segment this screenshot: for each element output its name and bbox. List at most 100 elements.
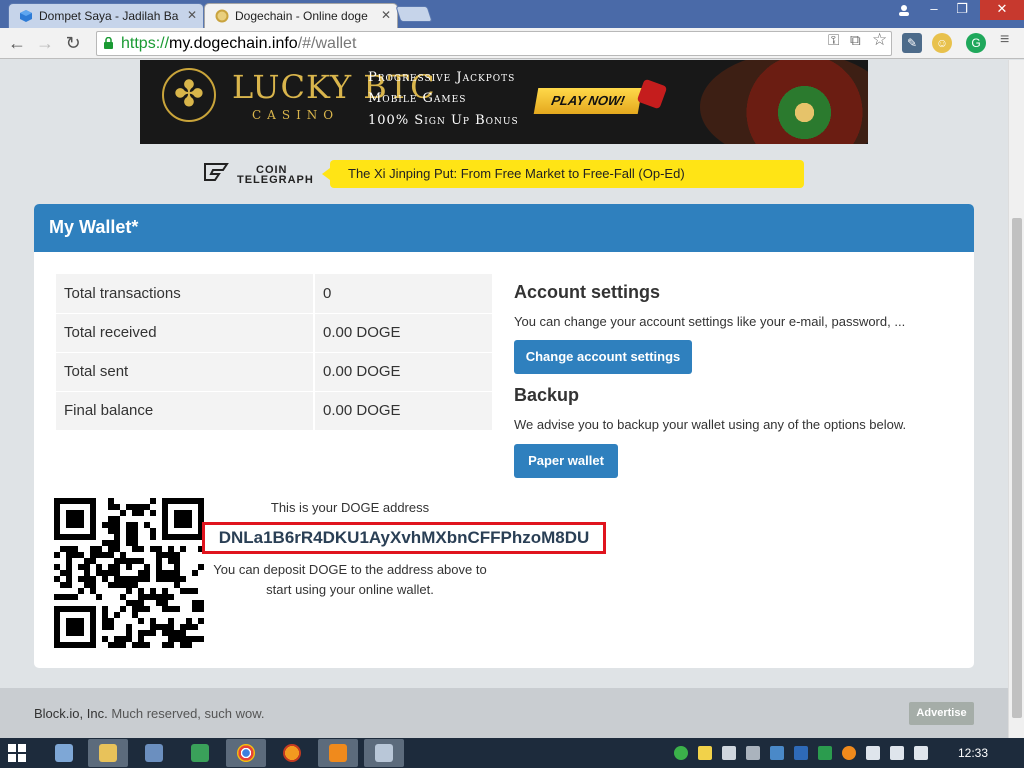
cube-favicon-icon [20, 10, 32, 22]
taskbar-app-paint[interactable] [364, 739, 404, 767]
change-account-settings-button[interactable]: Change account settings [514, 340, 692, 374]
tab-dogechain[interactable]: Dogechain - Online doge ✕ [204, 3, 398, 28]
lock-icon [104, 37, 113, 49]
reload-button[interactable]: ↻ [62, 32, 84, 54]
roulette-wheel-image [700, 60, 868, 144]
tools-icon [145, 744, 163, 762]
news-headline-link[interactable]: The Xi Jinping Put: From Free Market to … [322, 160, 804, 188]
taskbar-app-vlc[interactable] [318, 739, 358, 767]
browser-toolbar: ← → ↻ https://my.dogechain.info/#/wallet… [0, 28, 1024, 59]
page-scrollbar[interactable] [1008, 60, 1024, 738]
taskbar-app-file-explorer[interactable] [88, 739, 128, 767]
new-tab-button[interactable] [395, 6, 433, 22]
tray-teamviewer-icon[interactable] [794, 746, 808, 760]
network-app-icon [191, 744, 209, 762]
paper-wallet-button[interactable]: Paper wallet [514, 444, 618, 478]
advertise-button[interactable]: Advertise [909, 702, 974, 725]
tab-title: Dompet Saya - Jadilah Ba [39, 9, 179, 23]
footer-company: Block.io, Inc. [34, 706, 108, 721]
qr-code-image [54, 498, 204, 648]
wallet-title: My Wallet* [34, 204, 974, 252]
page-footer: Block.io, Inc. Much reserved, such wow. … [0, 688, 1008, 738]
taskbar-clock[interactable]: 12:33 [958, 746, 988, 760]
account-settings-text: You can change your account settings lik… [514, 314, 906, 329]
eyedropper-icon[interactable]: ✎ [902, 33, 922, 53]
table-row: Total transactions 0 [56, 274, 492, 314]
tray-volume-icon[interactable] [866, 746, 880, 760]
back-button[interactable]: ← [6, 32, 28, 54]
tray-status-icon[interactable] [674, 746, 688, 760]
key-icon[interactable]: ⚿ [828, 32, 839, 49]
stat-value: 0.00 DOGE [314, 313, 492, 353]
table-row: Final balance 0.00 DOGE [56, 391, 492, 431]
doge-favicon-icon [215, 9, 229, 23]
banner-subbrand: CASINO [252, 108, 340, 122]
wallet-panel: My Wallet* Total transactions 0 Total re… [34, 204, 974, 668]
bookmark-star-icon[interactable]: ☆ [872, 30, 887, 50]
address-bar[interactable]: https://my.dogechain.info/#/wallet [96, 31, 892, 56]
restore-button[interactable]: ❐ [948, 0, 976, 20]
forward-button[interactable]: → [34, 32, 56, 54]
cointelegraph-logo-icon [204, 163, 229, 181]
minimize-button[interactable]: – [920, 0, 948, 20]
tray-wifi-icon[interactable] [914, 746, 928, 760]
dice-icon [636, 78, 668, 110]
taskbar-app-explorer-shell[interactable] [44, 739, 84, 767]
tab-close-icon[interactable]: ✕ [187, 8, 197, 22]
url-host: my.dogechain.info [169, 35, 298, 52]
banner-line: 100% Sign Up Bonus [368, 113, 519, 128]
stat-label: Total received [56, 313, 315, 353]
footer-text: Block.io, Inc. Much reserved, such wow. [34, 706, 265, 721]
grammarly-icon[interactable]: G [966, 33, 986, 53]
deposit-line: You can deposit DOGE to the address abov… [213, 562, 487, 577]
url-path: /#/wallet [297, 35, 357, 52]
stat-label: Total transactions [56, 274, 315, 314]
tray-display-icon[interactable] [746, 746, 760, 760]
tab-dompet-saya[interactable]: Dompet Saya - Jadilah Ba ✕ [8, 3, 204, 28]
extension-face-icon[interactable]: ☺ [932, 33, 952, 53]
stat-value: 0.00 DOGE [314, 352, 492, 392]
tray-flag-icon[interactable] [698, 746, 712, 760]
clover-logo-icon [162, 68, 216, 122]
play-now-button[interactable]: PLAY NOW! [533, 88, 643, 114]
tray-orange-icon[interactable] [842, 746, 856, 760]
profile-icon[interactable] [890, 0, 918, 20]
tab-close-icon[interactable]: ✕ [381, 8, 391, 22]
taskbar-app-chrome[interactable] [226, 739, 266, 767]
backup-text: We advise you to backup your wallet usin… [514, 417, 907, 432]
stat-value: 0.00 DOGE [314, 391, 492, 431]
taskbar-app-firefox[interactable] [272, 739, 312, 767]
browser-tabstrip: Dompet Saya - Jadilah Ba ✕ Dogechain - O… [0, 0, 1024, 28]
casino-banner-ad[interactable]: LUCKY BTC CASINO Progressive Jackpots Mo… [140, 60, 868, 144]
scrollbar-thumb[interactable] [1012, 218, 1022, 718]
tray-app-icon[interactable] [770, 746, 784, 760]
taskbar-app-network[interactable] [180, 739, 220, 767]
news-source-line2: TELEGRAPH [237, 174, 314, 186]
banner-line: Mobile Games [368, 91, 467, 106]
traffic-cone-icon [329, 744, 347, 762]
menu-icon[interactable]: ≡ [1000, 31, 1009, 49]
tray-network-icon[interactable] [722, 746, 736, 760]
deposit-instructions: You can deposit DOGE to the address abov… [204, 560, 496, 600]
table-row: Total received 0.00 DOGE [56, 313, 492, 353]
taskbar-app-tools[interactable] [134, 739, 174, 767]
tray-shield-icon[interactable] [818, 746, 832, 760]
translate-icon[interactable]: ⧉ [850, 32, 861, 49]
chrome-icon [237, 744, 255, 762]
windows-taskbar: 12:33 [0, 738, 1024, 768]
backup-title: Backup [514, 385, 580, 405]
address-caption: This is your DOGE address [270, 500, 430, 515]
doge-address[interactable]: DNLa1B6rR4DKU1AyXvhMXbnCFFPhzoM8DU [202, 522, 606, 554]
desktop-app-icon [55, 744, 73, 762]
footer-tagline: Much reserved, such wow. [107, 706, 265, 721]
banner-line: Progressive Jackpots [368, 70, 516, 85]
tray-power-icon[interactable] [890, 746, 904, 760]
close-window-button[interactable]: ✕ [980, 0, 1024, 20]
account-settings-title: Account settings [514, 282, 661, 302]
stat-value: 0 [314, 274, 492, 314]
windows-start-icon[interactable] [8, 744, 26, 762]
firefox-icon [283, 744, 301, 762]
url-scheme: https:// [121, 35, 170, 52]
stat-label: Total sent [56, 352, 315, 392]
table-row: Total sent 0.00 DOGE [56, 352, 492, 392]
